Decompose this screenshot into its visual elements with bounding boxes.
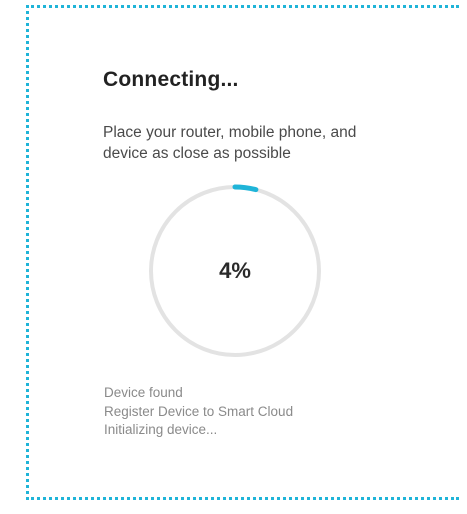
- progress-ring: 4%: [144, 180, 326, 362]
- status-device-found: Device found: [104, 385, 183, 400]
- status-register-cloud: Register Device to Smart Cloud: [104, 403, 294, 419]
- status-log: Device found Register Device to Smart Cl…: [104, 384, 293, 440]
- connecting-screen: Connecting... Place your router, mobile …: [0, 0, 467, 514]
- page-title: Connecting...: [103, 68, 239, 91]
- progress-percent: 4%: [219, 258, 251, 283]
- placement-instruction: Place your router, mobile phone, and dev…: [103, 124, 357, 162]
- status-initializing: Initializing device...: [104, 422, 218, 437]
